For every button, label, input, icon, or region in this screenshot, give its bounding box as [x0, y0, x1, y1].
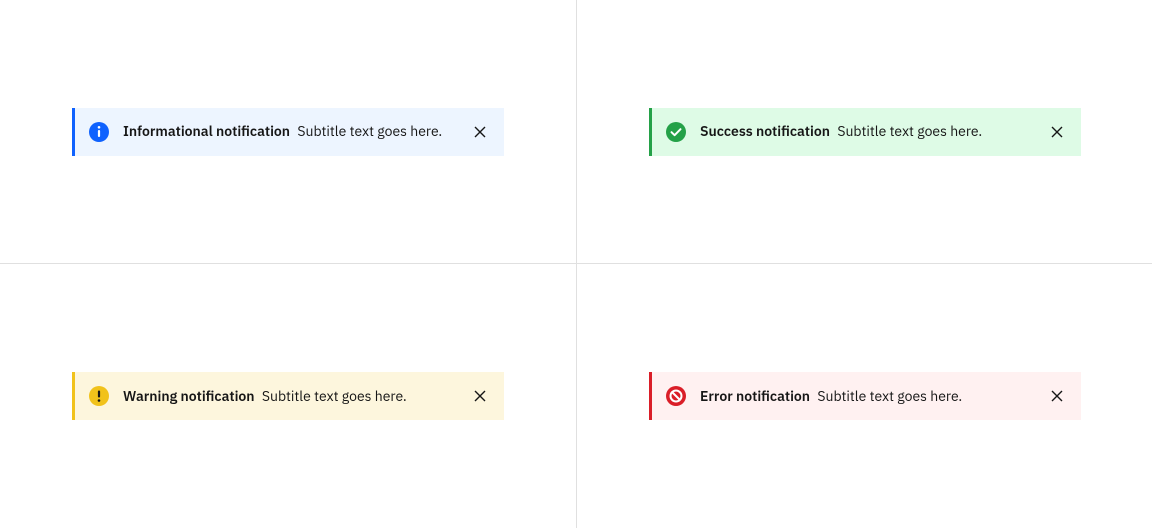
notification-text: Error notification Subtitle text goes he… — [700, 387, 1033, 405]
notification-title: Warning notification — [123, 387, 255, 405]
notification-title: Success notification — [700, 122, 830, 140]
notification-subtitle: Subtitle text goes here. — [297, 122, 442, 140]
notification-title: Error notification — [700, 387, 810, 405]
info-icon — [75, 108, 123, 156]
error-icon — [652, 372, 700, 420]
success-icon — [652, 108, 700, 156]
close-button[interactable] — [1033, 372, 1081, 420]
notification-subtitle: Subtitle text goes here. — [817, 387, 962, 405]
close-icon — [472, 388, 488, 404]
notification-info: Informational notification Subtitle text… — [72, 108, 504, 156]
notification-success: Success notification Subtitle text goes … — [649, 108, 1081, 156]
notification-subtitle: Subtitle text goes here. — [262, 387, 407, 405]
close-button[interactable] — [456, 372, 504, 420]
notification-warning: Warning notification Subtitle text goes … — [72, 372, 504, 420]
notification-text: Warning notification Subtitle text goes … — [123, 387, 456, 405]
close-icon — [1049, 388, 1065, 404]
close-button[interactable] — [456, 108, 504, 156]
notification-text: Success notification Subtitle text goes … — [700, 122, 1033, 140]
notification-text: Informational notification Subtitle text… — [123, 122, 456, 140]
warning-icon — [75, 372, 123, 420]
close-icon — [1049, 124, 1065, 140]
notification-subtitle: Subtitle text goes here. — [837, 122, 982, 140]
notification-error: Error notification Subtitle text goes he… — [649, 372, 1081, 420]
close-icon — [472, 124, 488, 140]
notification-title: Informational notification — [123, 122, 290, 140]
close-button[interactable] — [1033, 108, 1081, 156]
